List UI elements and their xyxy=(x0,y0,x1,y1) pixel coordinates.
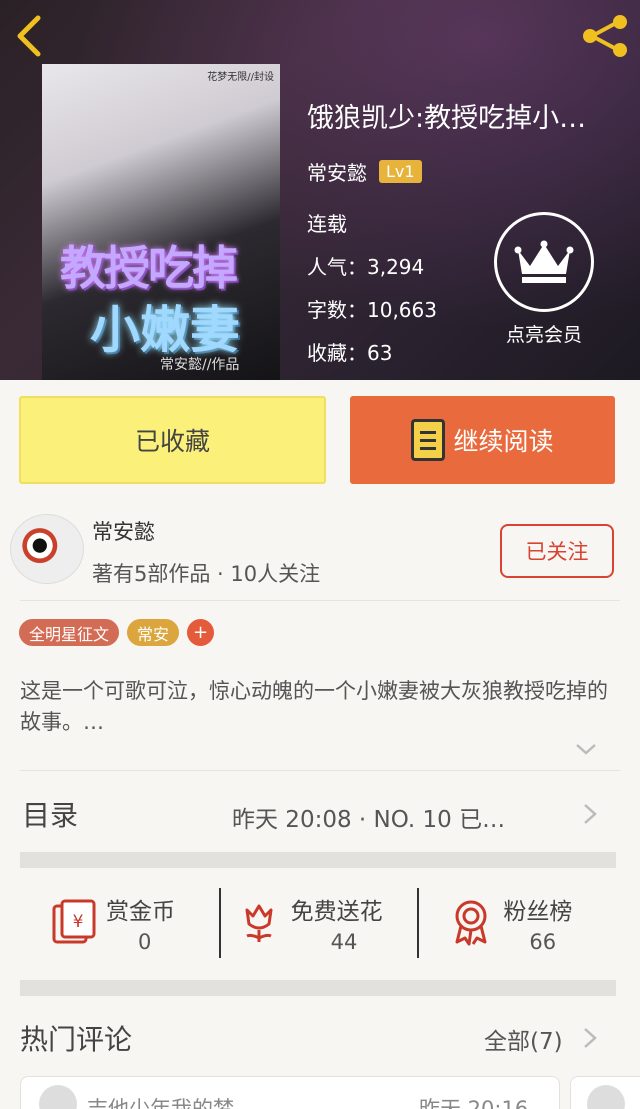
author-name[interactable]: 常安懿 xyxy=(92,516,155,546)
red-envelope-icon: ¥ xyxy=(52,898,96,946)
divider xyxy=(20,600,620,601)
expand-description-button[interactable] xyxy=(574,740,598,758)
share-button[interactable] xyxy=(580,14,630,58)
stat-flowers[interactable]: 免费送花 44 xyxy=(218,872,418,976)
flower-icon xyxy=(237,898,281,946)
stat-fans[interactable]: 粉丝榜 66 xyxy=(417,872,616,976)
vip-label: 点亮会员 xyxy=(505,324,582,346)
chevron-right-icon xyxy=(582,802,598,826)
stat-label: 赏金币 xyxy=(106,899,175,925)
all-comments-link[interactable]: 全部(7) xyxy=(484,1022,563,1056)
divider xyxy=(20,770,620,771)
follow-button[interactable]: 已关注 xyxy=(500,524,614,578)
collected-button[interactable]: 已收藏 xyxy=(19,396,326,484)
share-icon xyxy=(583,15,627,57)
cover-title-line2: 小嫩妻 xyxy=(90,301,240,359)
chevron-down-icon xyxy=(576,744,596,755)
vip-circle xyxy=(494,212,594,312)
continue-reading-button[interactable]: 继续阅读 xyxy=(350,396,615,484)
section-separator xyxy=(20,852,616,868)
commenter-avatar[interactable] xyxy=(587,1085,625,1109)
tag-list: 全明星征文 常安 + xyxy=(19,619,222,646)
cover-author: 常安懿//作品 xyxy=(160,357,240,373)
stat-label: 粉丝榜 xyxy=(503,899,573,925)
toc-title: 目录 xyxy=(22,799,79,832)
commenter-avatar[interactable] xyxy=(39,1085,77,1109)
stat-value: 0 xyxy=(138,930,152,954)
stat-coins[interactable]: ¥ 赏金币 0 xyxy=(20,872,219,976)
back-button[interactable] xyxy=(8,12,48,58)
table-of-contents-row[interactable]: 目录 昨天 20:08 · NO. 10 已… xyxy=(0,778,640,852)
book-description[interactable]: 这是一个可歌可泣，惊心动魄的一个小嫩妻被大灰狼教授吃掉的故事。… xyxy=(20,676,620,738)
cover-title-line1: 教授吃掉 xyxy=(60,241,238,295)
add-tag-button[interactable]: + xyxy=(187,619,215,646)
comment-time: 昨天 20:16 xyxy=(419,1097,529,1109)
book-title: 饿狼凯少:教授吃掉小… xyxy=(307,103,587,134)
stat-value: 44 xyxy=(330,930,358,954)
level-badge: Lv1 xyxy=(379,160,422,183)
section-separator xyxy=(20,980,616,996)
continue-reading-label: 继续阅读 xyxy=(453,427,554,456)
hot-comments-title: 热门评论 xyxy=(20,1023,133,1056)
author-card[interactable]: 常安懿 著有5部作品 · 10人关注 已关注 xyxy=(0,500,640,600)
toc-latest-chapter: 昨天 20:08 · NO. 10 已… xyxy=(232,807,506,833)
author-avatar[interactable] xyxy=(10,514,84,584)
stat-label: 免费送花 xyxy=(290,899,383,925)
collected-label: 已收藏 xyxy=(134,427,210,456)
crown-icon xyxy=(514,240,574,283)
commenter-name: 吉他少年我的梦 xyxy=(87,1097,234,1109)
book-cover[interactable]: 花梦无限//封设 教授吃掉 小嫩妻 常安懿//作品 xyxy=(42,64,280,380)
svg-text:¥: ¥ xyxy=(73,912,84,932)
book-author-row: 常安懿 Lv1 xyxy=(307,157,637,186)
reward-stats: ¥ 赏金币 0 免费送花 44 粉丝榜 66 xyxy=(20,872,616,976)
follow-label: 已关注 xyxy=(525,540,589,564)
author-subtitle: 著有5部作品 · 10人关注 xyxy=(92,562,321,586)
book-icon xyxy=(411,419,446,461)
tag-item[interactable]: 常安 xyxy=(127,619,180,646)
chevron-left-icon xyxy=(17,15,41,57)
book-author[interactable]: 常安懿 xyxy=(307,157,367,186)
medal-icon xyxy=(449,898,493,946)
vip-button[interactable]: 点亮会员 xyxy=(492,212,596,347)
cover-credit: 花梦无限//封设 xyxy=(207,72,274,83)
comment-card[interactable]: 吉他少年我的梦 昨天 20:16 xyxy=(20,1076,560,1109)
chevron-right-icon[interactable] xyxy=(582,1026,598,1050)
stat-value: 66 xyxy=(529,930,557,954)
tag-item[interactable]: 全明星征文 xyxy=(19,619,120,646)
comment-card[interactable] xyxy=(570,1076,640,1109)
book-header: 花梦无限//封设 教授吃掉 小嫩妻 常安懿//作品 饿狼凯少:教授吃掉小… 常安… xyxy=(0,0,640,380)
